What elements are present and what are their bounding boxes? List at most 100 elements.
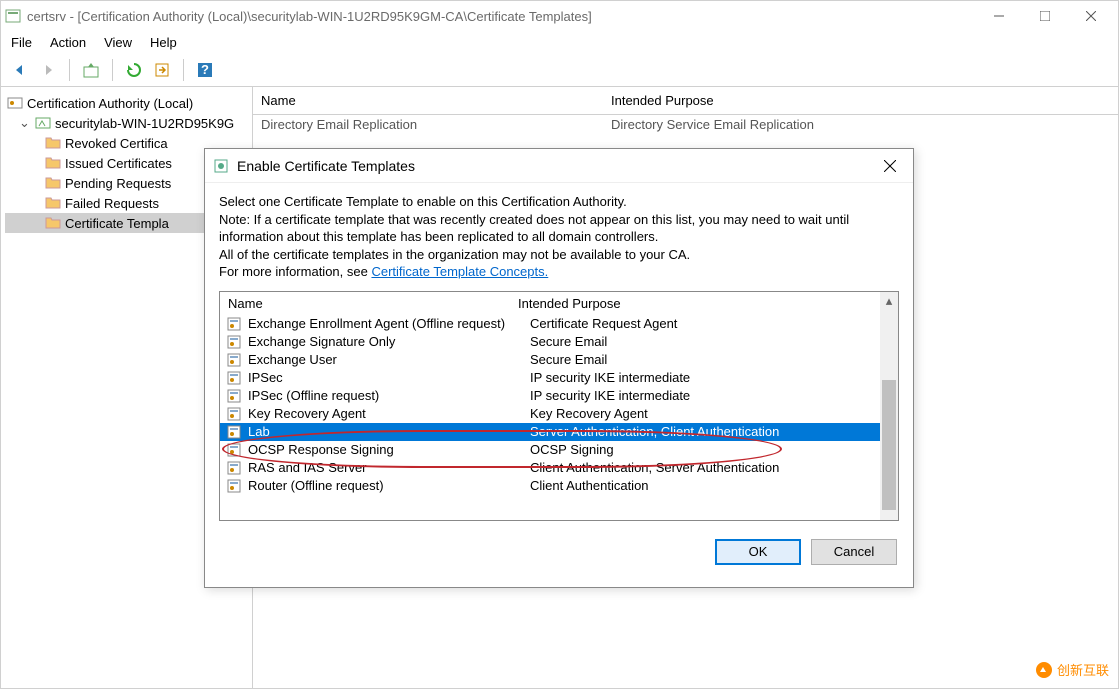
- tree-item-label: Pending Requests: [65, 176, 171, 191]
- refresh-icon[interactable]: [123, 59, 145, 81]
- template-row[interactable]: IPSec IP security IKE intermediate: [220, 369, 898, 387]
- up-icon[interactable]: [80, 59, 102, 81]
- template-row[interactable]: Exchange Enrollment Agent (Offline reque…: [220, 315, 898, 333]
- template-name: Key Recovery Agent: [248, 406, 524, 421]
- listview-header: Name Intended Purpose: [220, 292, 898, 315]
- help-icon[interactable]: ?: [194, 59, 216, 81]
- template-row[interactable]: Exchange Signature OnlySecure Email: [220, 333, 898, 351]
- watermark-icon: [1035, 661, 1053, 679]
- scroll-thumb[interactable]: [882, 380, 896, 510]
- dialog-titlebar: Enable Certificate Templates: [205, 149, 913, 183]
- template-row[interactable]: Key Recovery Agent Key Recovery Agent: [220, 405, 898, 423]
- menubar: File Action View Help: [1, 31, 1118, 53]
- dialog-close-button[interactable]: [875, 151, 905, 181]
- tree-ca-label: securitylab-WIN-1U2RD95K9G: [55, 116, 234, 131]
- tree-item-label: Failed Requests: [65, 196, 159, 211]
- toolbar-separator: [183, 59, 184, 81]
- certificate-icon: [226, 442, 242, 458]
- template-purpose: Certificate Request Agent: [530, 316, 677, 331]
- maximize-button[interactable]: [1022, 1, 1068, 31]
- template-purpose: Secure Email: [530, 352, 607, 367]
- template-purpose: IP security IKE intermediate: [530, 370, 690, 385]
- scroll-up-icon[interactable]: ▴: [880, 292, 898, 310]
- certificate-icon: [226, 334, 242, 350]
- certificate-template-concepts-link[interactable]: Certificate Template Concepts.: [371, 264, 548, 279]
- watermark: 创新互联: [1035, 660, 1109, 679]
- certificate-template-icon: [213, 158, 229, 174]
- column-header-purpose[interactable]: Intended Purpose: [611, 93, 714, 108]
- certificate-icon: [226, 424, 242, 440]
- tree-item-label: Issued Certificates: [65, 156, 172, 171]
- list-header: Name Intended Purpose: [253, 87, 1118, 115]
- close-button[interactable]: [1068, 1, 1114, 31]
- table-row[interactable]: Directory Email Replication Directory Se…: [253, 115, 1118, 134]
- svg-text:?: ?: [201, 62, 209, 77]
- folder-icon: [45, 175, 61, 191]
- toolbar-separator: [112, 59, 113, 81]
- dialog-body: Select one Certificate Template to enabl…: [205, 183, 913, 287]
- ca-root-icon: [7, 95, 23, 111]
- dialog-help-line: For more information, see Certificate Te…: [219, 263, 899, 281]
- menu-view[interactable]: View: [104, 35, 132, 50]
- row-purpose: Directory Service Email Replication: [611, 117, 814, 132]
- titlebar: certsrv - [Certification Authority (Loca…: [1, 1, 1118, 31]
- tree-item-label: Revoked Certifica: [65, 136, 168, 151]
- enable-certificate-templates-dialog: Enable Certificate Templates Select one …: [204, 148, 914, 588]
- template-purpose: IP security IKE intermediate: [530, 388, 690, 403]
- tree-root[interactable]: Certification Authority (Local): [5, 93, 248, 113]
- template-row[interactable]: OCSP Response Signing OCSP Signing: [220, 441, 898, 459]
- template-purpose: Key Recovery Agent: [530, 406, 648, 421]
- ca-icon: [35, 115, 51, 131]
- menu-help[interactable]: Help: [150, 35, 177, 50]
- menu-action[interactable]: Action: [50, 35, 86, 50]
- row-name: Directory Email Replication: [261, 117, 611, 132]
- template-name: IPSec: [248, 370, 524, 385]
- certificate-icon: [226, 388, 242, 404]
- menu-file[interactable]: File: [11, 35, 32, 50]
- listview-header-purpose[interactable]: Intended Purpose: [518, 296, 621, 311]
- column-header-name[interactable]: Name: [261, 93, 611, 108]
- export-icon[interactable]: [151, 59, 173, 81]
- tree-root-label: Certification Authority (Local): [27, 96, 193, 111]
- template-row[interactable]: LabServer Authentication, Client Authent…: [220, 423, 898, 441]
- template-name: Lab: [248, 424, 524, 439]
- template-listview: Name Intended Purpose Exchange Enrollmen…: [219, 291, 899, 521]
- cancel-button[interactable]: Cancel: [811, 539, 897, 565]
- scrollbar[interactable]: ▴: [880, 292, 898, 520]
- certificate-icon: [226, 478, 242, 494]
- forward-icon[interactable]: [37, 59, 59, 81]
- expand-icon[interactable]: ⌄: [19, 115, 31, 131]
- listview-header-name[interactable]: Name: [228, 296, 518, 311]
- template-purpose: OCSP Signing: [530, 442, 614, 457]
- help-prefix: For more information, see: [219, 264, 371, 279]
- tree-ca[interactable]: ⌄ securitylab-WIN-1U2RD95K9G: [5, 113, 248, 133]
- toolbar-separator: [69, 59, 70, 81]
- tree-item-label: Certificate Templa: [65, 216, 169, 231]
- minimize-button[interactable]: [976, 1, 1022, 31]
- template-row[interactable]: RAS and IAS Server Client Authentication,…: [220, 459, 898, 477]
- template-purpose: Client Authentication, Server Authentica…: [530, 460, 779, 475]
- template-row[interactable]: IPSec (Offline request) IP security IKE i…: [220, 387, 898, 405]
- certsrv-icon: [5, 8, 21, 24]
- watermark-text: 创新互联: [1057, 660, 1109, 679]
- template-purpose: Secure Email: [530, 334, 607, 349]
- template-name: IPSec (Offline request): [248, 388, 524, 403]
- toolbar: ?: [1, 53, 1118, 87]
- template-name: OCSP Response Signing: [248, 442, 524, 457]
- certificate-icon: [226, 460, 242, 476]
- folder-icon: [45, 135, 61, 151]
- template-purpose: Client Authentication: [530, 478, 649, 493]
- certificate-icon: [226, 316, 242, 332]
- template-name: Router (Offline request): [248, 478, 524, 493]
- dialog-title: Enable Certificate Templates: [237, 158, 875, 174]
- template-name: RAS and IAS Server: [248, 460, 524, 475]
- ok-button[interactable]: OK: [715, 539, 801, 565]
- template-name: Exchange Enrollment Agent (Offline reque…: [248, 316, 524, 331]
- back-icon[interactable]: [9, 59, 31, 81]
- template-row[interactable]: Router (Offline request) Client Authentic…: [220, 477, 898, 495]
- template-row[interactable]: Exchange UserSecure Email: [220, 351, 898, 369]
- dialog-button-bar: OK Cancel: [205, 529, 913, 579]
- folder-icon: [45, 215, 61, 231]
- dialog-intro-line: All of the certificate templates in the …: [219, 246, 899, 264]
- certificate-icon: [226, 370, 242, 386]
